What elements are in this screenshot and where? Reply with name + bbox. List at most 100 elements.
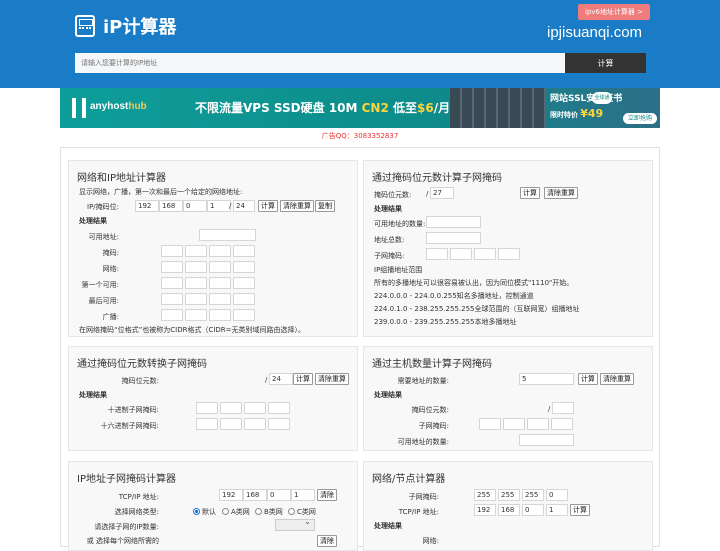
- bits-input[interactable]: 27: [430, 187, 454, 199]
- calc-button[interactable]: 计算: [293, 373, 313, 385]
- ad-contact: 广告QQ：3083352837: [321, 132, 399, 140]
- decimal-mask-label: 十进制子网掩码:: [107, 406, 159, 414]
- mask-label: 掩码:: [102, 249, 119, 257]
- bc-out-1: [161, 309, 183, 321]
- dec-out-1: [196, 402, 218, 414]
- reset-button[interactable]: 清除重算: [280, 200, 314, 212]
- panel-title: 通过主机数量计算子网掩码: [372, 359, 492, 370]
- radio-icon: [193, 508, 200, 515]
- ip-octet-1[interactable]: 192: [219, 489, 243, 501]
- total-output: [426, 232, 481, 244]
- mask-octet-3[interactable]: 255: [522, 489, 544, 501]
- panel-title: 通过掩码位元数转换子网掩码: [77, 359, 207, 370]
- mask-out-3: [209, 245, 231, 257]
- mask-out-4: [498, 248, 520, 260]
- network-ip-calculator-panel: 网络和IP地址计算器 显示网络，广播，第一次和最后一个给定的网络地址: IP/掩…: [68, 160, 358, 337]
- anyhost-logo-icon: [72, 98, 86, 118]
- ip-count-select[interactable]: [275, 517, 315, 531]
- last-usable-label: 最后可用:: [88, 297, 119, 305]
- first-out-1: [161, 277, 183, 289]
- bc-out-4: [233, 309, 255, 321]
- mask-out-4: [233, 245, 255, 257]
- network-label: 网络:: [102, 265, 119, 273]
- net-type-label: 选择网络类型:: [114, 508, 159, 516]
- reset-button[interactable]: 清除重算: [544, 187, 578, 199]
- ad-banner[interactable]: anyhosthub 不限流量VPS SSD硬盘 10M CN2 低至$6/月 …: [60, 88, 660, 128]
- search-calc-button[interactable]: 计算: [565, 53, 646, 73]
- panel-desc: 显示网络，广播，第一次和最后一个给定的网络地址:: [79, 188, 243, 196]
- ip-search-input[interactable]: [75, 53, 565, 73]
- type-c-radio[interactable]: C类网: [288, 507, 316, 517]
- ip-octet-1[interactable]: 192: [474, 504, 496, 516]
- panel-title: 网络和IP地址计算器: [77, 173, 166, 184]
- last-out-4: [233, 293, 255, 305]
- result-heading: 处理结果: [79, 217, 107, 225]
- radio-icon: [255, 508, 262, 515]
- type-a-radio[interactable]: A类网: [222, 507, 250, 517]
- site-logo[interactable]: iP计算器: [75, 13, 176, 39]
- net-out-3: [209, 261, 231, 273]
- ip-label: TCP/IP 地址:: [118, 493, 159, 501]
- net-out-2: [185, 261, 207, 273]
- calc-button[interactable]: 计算: [578, 373, 598, 385]
- hex-out-4: [268, 418, 290, 430]
- ip-mask-label: IP/掩码位:: [87, 203, 120, 211]
- need-input[interactable]: 5: [519, 373, 574, 385]
- ip-octet-2[interactable]: 168: [498, 504, 520, 516]
- first-out-2: [185, 277, 207, 289]
- first-out-4: [233, 277, 255, 289]
- radio-icon: [222, 508, 229, 515]
- dec-out-4: [268, 402, 290, 414]
- result-heading: 处理结果: [374, 205, 402, 213]
- ip-octet-4[interactable]: 1: [291, 489, 315, 501]
- ip-octet-4[interactable]: 1: [546, 504, 568, 516]
- result-heading: 处理结果: [374, 391, 402, 399]
- ip-octet-3[interactable]: 0: [522, 504, 544, 516]
- clear-button[interactable]: 清除: [317, 489, 337, 501]
- usable-count-output: [426, 216, 481, 228]
- hex-out-1: [196, 418, 218, 430]
- bits-label: 掩码位元数:: [374, 191, 412, 199]
- bits-output: [552, 402, 574, 414]
- mask-octet-1[interactable]: 255: [474, 489, 496, 501]
- site-domain: ipjisuanqi.com: [547, 24, 643, 41]
- ipv6-calculator-button[interactable]: ipv6地址计算器 >: [578, 4, 650, 20]
- logo-text: iP计算器: [103, 17, 177, 38]
- ip-octet-1[interactable]: 192: [135, 200, 159, 212]
- result-heading: 处理结果: [374, 522, 402, 530]
- mask-octet-4[interactable]: 0: [546, 489, 568, 501]
- ip-octet-3[interactable]: 0: [267, 489, 291, 501]
- radio-icon: [288, 508, 295, 515]
- calc-button[interactable]: 计算: [258, 200, 278, 212]
- usable-count-label: 可用地址的数量:: [397, 438, 449, 446]
- ip-octet-2[interactable]: 168: [243, 489, 267, 501]
- clear-button[interactable]: 清除: [317, 535, 337, 547]
- ip-octet-3[interactable]: 0: [183, 200, 207, 212]
- banner-buy-button[interactable]: 立即抢购: [623, 113, 657, 124]
- network-label: 网络:: [422, 537, 439, 545]
- type-b-radio[interactable]: B类网: [255, 507, 283, 517]
- mask-out-1: [479, 418, 501, 430]
- reset-button[interactable]: 清除重算: [315, 373, 349, 385]
- calc-button[interactable]: 计算: [570, 504, 590, 516]
- copy-button[interactable]: 复制: [315, 200, 335, 212]
- mask-out-2: [450, 248, 472, 260]
- site-header: iP计算器 ipv6地址计算器 > ipjisuanqi.com 计算: [0, 0, 720, 88]
- ip-prefix-input[interactable]: 24: [233, 200, 255, 212]
- multicast-line: 所有的多播地址可以很容易被认出，因为同位模式"1110"开始。: [374, 279, 574, 287]
- ip-octet-4[interactable]: 1: [207, 200, 231, 212]
- ip-octet-2[interactable]: 168: [159, 200, 183, 212]
- broadcast-label: 广播:: [102, 313, 119, 321]
- calculator-icon: [75, 15, 95, 37]
- hex-out-2: [220, 418, 242, 430]
- mask-octet-2[interactable]: 255: [498, 489, 520, 501]
- reset-button[interactable]: 清除重算: [600, 373, 634, 385]
- last-out-1: [161, 293, 183, 305]
- dec-out-2: [220, 402, 242, 414]
- hex-out-3: [244, 418, 266, 430]
- bits-input[interactable]: 24: [269, 373, 293, 385]
- type-default-radio[interactable]: 默认: [193, 507, 216, 517]
- bits-convert-panel: 通过掩码位元数转换子网掩码 掩码位元数: / 24 计算 清除重算 处理结果 十…: [68, 346, 358, 451]
- calc-button[interactable]: 计算: [520, 187, 540, 199]
- slash: /: [426, 190, 429, 198]
